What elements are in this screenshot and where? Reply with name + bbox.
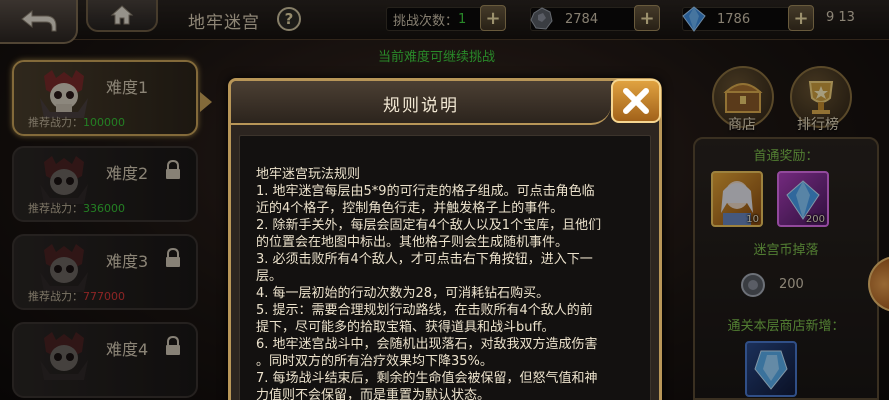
dialog-header: 规则说明 (231, 81, 611, 125)
rules-heading: 地牢迷宫玩法规则 (256, 167, 361, 182)
rule-line: 2. 除新手关外，每层会固定有4个敌人以及1个宝库，且他们 (256, 218, 602, 233)
rule-line: 3. 必须击败所有4个敌人，才可点击右下角按钮，进入下一 (256, 252, 593, 267)
rules-text-area[interactable]: 地牢迷宫玩法规则 1. 地牢迷宫每层由5*9的可行走的格子组成。可点击角色临 近… (239, 135, 651, 400)
rule-line: 1. 地牢迷宫每层由5*9的可行走的格子组成。可点击角色临 (256, 184, 595, 199)
rule-line: 层。 (256, 269, 283, 284)
rule-line: 7. 每场战斗结束后，剩余的生命值会被保留，但怒气值和神 (256, 371, 598, 386)
rule-line: 4. 每一层初始的行动次数为28，可消耗钻石购买。 (256, 286, 550, 301)
rule-line: 。同时双方的所有治疗效果均下降35%。 (256, 354, 493, 369)
dialog-title: 规则说明 (383, 96, 459, 116)
rule-line: 的位置会在地图中标出。其他格子则会生成随机事件。 (256, 235, 569, 250)
close-icon (623, 88, 649, 114)
rule-line: 5. 提示：需要合理规划行动路线，在击败所有4个敌人的前 (256, 303, 593, 318)
rule-line: 力值则不会保留，而是重置为默认状态。 (256, 388, 491, 400)
rules-dialog: 规则说明 地牢迷宫玩法规则 1. 地牢迷宫每层由5*9的可行走的格子组成。可点击… (228, 78, 662, 400)
close-button[interactable] (611, 79, 661, 123)
rule-line: 6. 地牢迷宫战斗中，会随机出现落石，对敌我双方造成伤害 (256, 337, 598, 352)
rule-line: 近的4个格子，控制角色行走，并触发格子上的事件。 (256, 201, 564, 216)
rule-line: 提下，尽可能多的拾取宝箱、获得道具和战斗buff。 (256, 320, 555, 335)
